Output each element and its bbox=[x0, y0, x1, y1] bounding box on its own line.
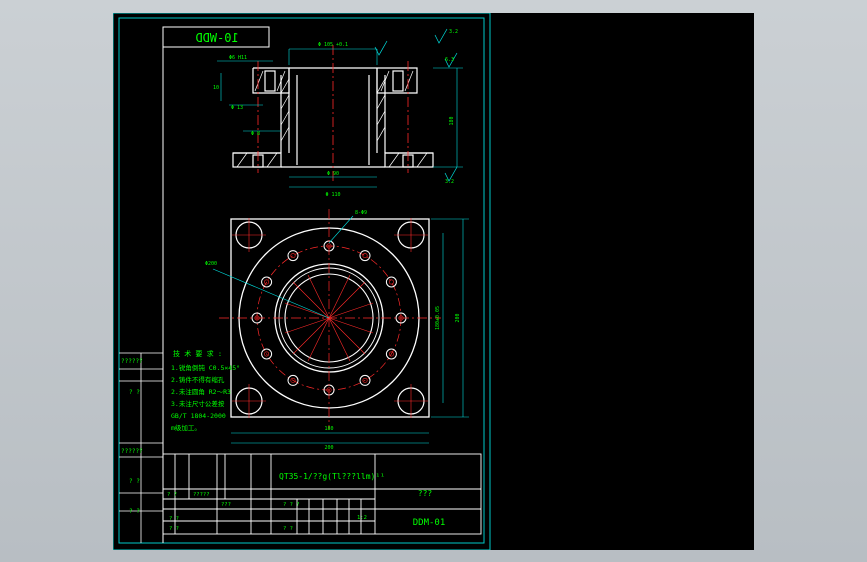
roughness-symbols bbox=[374, 28, 458, 182]
dim-top-diameter: Φ 105 +0.1 bbox=[318, 42, 348, 48]
bolt-hole-center bbox=[362, 253, 368, 259]
drawing-canvas[interactable]: 10-WDD Φ 105 +0.1 Φ6 H11 10 Φ 13 Φ 8 Φ 9… bbox=[113, 13, 754, 550]
dim-pcd: Φ200 bbox=[205, 261, 217, 267]
dim-height: 180 bbox=[449, 116, 455, 125]
tech-req-heading: 技 术 要 求 : bbox=[173, 349, 222, 358]
dim-boss: Φ 8 bbox=[251, 131, 260, 137]
outer-border bbox=[113, 13, 491, 550]
tech-req-line-2: 2.铸件不得有缩孔 bbox=[171, 375, 225, 384]
drawing-number: DDM-01 bbox=[413, 518, 446, 528]
side-label-4: ? ? bbox=[129, 478, 140, 485]
scale-text: 1:2 bbox=[357, 515, 367, 521]
dim-side-height: 200 bbox=[455, 313, 461, 322]
dim-side-inner: 180±0.05 bbox=[435, 306, 441, 330]
dim-wall: 10 bbox=[213, 85, 219, 91]
title-small-3: ??? bbox=[221, 502, 231, 508]
side-label-3: ?????? bbox=[121, 448, 143, 455]
technical-drawing: 10-WDD Φ 105 +0.1 Φ6 H11 10 Φ 13 Φ 8 Φ 9… bbox=[113, 13, 491, 550]
top-view bbox=[212, 209, 441, 429]
dim-bottom-diameter: Φ 110 bbox=[325, 192, 340, 198]
title-small-1: ? ? bbox=[167, 492, 177, 498]
roughness-top: 3.2 bbox=[449, 29, 458, 35]
cad-viewport[interactable]: 10-WDD Φ 105 +0.1 Φ6 H11 10 Φ 13 Φ 8 Φ 9… bbox=[0, 0, 867, 562]
tech-req-line-5: GB/T 1804-2000 bbox=[171, 412, 226, 420]
side-label-1: ?????? bbox=[121, 358, 143, 365]
bolt-hole bbox=[385, 276, 397, 288]
roughness-mid: 6.3 bbox=[445, 57, 454, 63]
dim-holes: 8-Φ9 bbox=[355, 210, 367, 216]
dim-width: 200 bbox=[324, 445, 333, 451]
material-text: QT35-1/??g(Tl???llm)¹¹ bbox=[279, 472, 385, 481]
roughness-bottom: 3.2 bbox=[445, 179, 454, 185]
tech-req-line-1: 1.锐角倒钝 C0.5×45° bbox=[171, 363, 240, 372]
front-dimension-lines bbox=[217, 48, 463, 188]
side-label-5: ? ? bbox=[129, 508, 140, 515]
dim-slot: Φ 13 bbox=[231, 105, 243, 111]
dim-inner-width: 180 bbox=[324, 426, 333, 432]
tech-req-line-4: 3.未注尺寸公差按 bbox=[171, 399, 225, 408]
dim-flange: Φ6 H11 bbox=[229, 55, 247, 61]
technical-requirements: 技 术 要 求 : 1.锐角倒钝 C0.5×45° 2.铸件不得有缩孔 2.未注… bbox=[171, 349, 240, 432]
title-small-2: ????? bbox=[193, 492, 210, 498]
tech-req-line-6: m级加工。 bbox=[171, 423, 201, 432]
bolt-hole bbox=[287, 250, 299, 262]
bolt-hole-center bbox=[388, 279, 394, 285]
dim-inner-diameter: Φ 90 bbox=[327, 171, 339, 177]
side-label-2: ? ? bbox=[129, 389, 140, 396]
title-small-4: ? ? ? bbox=[283, 502, 300, 508]
drawing-code-mirrored: 10-WDD bbox=[195, 31, 238, 45]
leader-holes bbox=[328, 215, 354, 244]
bolt-hole-center bbox=[290, 253, 296, 259]
bolt-hole bbox=[359, 250, 371, 262]
tech-req-line-3: 2.未注圆角 R2～R3 bbox=[171, 387, 231, 396]
title-small-5: ? ? bbox=[169, 516, 179, 522]
title-small-6: ? ? bbox=[169, 526, 179, 532]
title-small-7: ? ? bbox=[283, 526, 293, 532]
title-cell: ??? bbox=[418, 489, 433, 498]
